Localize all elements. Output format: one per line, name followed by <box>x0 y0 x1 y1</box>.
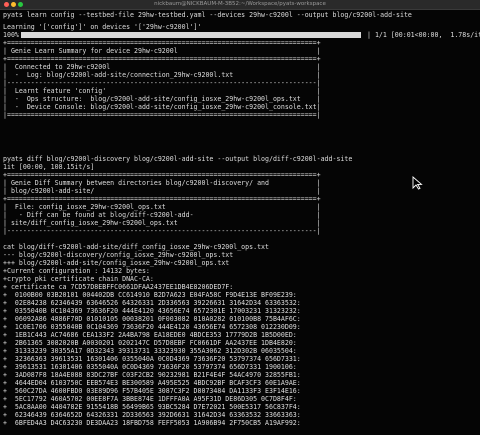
terminal-line: pyats learn config --testbed-file 29hw-t… <box>3 11 412 19</box>
terminal-line: + 02E84238 62346439 63646526 64326331 2D… <box>3 299 301 307</box>
terminal-line: +=======================================… <box>3 171 321 179</box>
terminal-line: + 560C27DA 4600FBD0 03E89D96 F57B405E 30… <box>3 387 301 395</box>
terminal-line: | Learnt feature 'config' | <box>3 87 321 95</box>
terminal-line: + 2B61365 3082020B A0030201 0202147C D57… <box>3 339 297 347</box>
terminal-line: + 5EC17792 460A5702 00EE8F7A 3BBE874E 1D… <box>3 395 297 403</box>
terminal-line: + 3AD087F8 18A4E088 83DC27BF C03F2CB2 90… <box>3 371 301 379</box>
terminal-line: | - Device Console: blog/c9200l-add-site… <box>3 103 321 111</box>
terminal-line: + 1EB1C443 AC74686 CEA133F2 2A4BA798 EA1… <box>3 331 297 339</box>
mouse-pointer-icon <box>412 176 423 190</box>
terminal-line: +crypto pki certificate chain DNAC-CA: <box>3 275 154 283</box>
progress-status: | 1/1 [00:01<00:00, 1.78s/it] <box>367 31 480 39</box>
terminal-line: | File: config_iosxe_29hw-c9200l_ops.txt… <box>3 203 321 211</box>
terminal-line: | blog/c9200l-add-site/ | <box>3 187 321 195</box>
terminal-line: +=======================================… <box>3 39 321 47</box>
terminal-line: |=======================================… <box>3 111 321 119</box>
progress-row: 100% | 1/1 [00:01<00:00, 1.78s/it] <box>3 31 480 39</box>
progress-bar-fill <box>21 32 361 38</box>
terminal-line: | Genie Diff Summary between directories… <box>3 179 321 187</box>
terminal-line: cat blog/diff-c9200l-add-site/diff_confi… <box>3 243 269 251</box>
terminal-line: | - Ops structure: blog/c9200l-add-site/… <box>3 95 321 103</box>
terminal-line: + 0355040B 0C104369 73636F20 444E4120 43… <box>3 307 301 315</box>
terminal-line: + certificate ca 7CD57D8EBFFC0661DFAA243… <box>3 283 234 291</box>
terminal-line: + 39613531 16301406 0355040A 0C0D4369 73… <box>3 363 297 371</box>
terminal-line: +=======================================… <box>3 55 321 63</box>
terminal-window: nickbaum@NICKBAUM-M-3B52:~/Workspace/pya… <box>0 0 480 435</box>
terminal-line: | Genie Learn Summary for device 29hw-c9… <box>3 47 321 55</box>
terminal-line: --- blog/c9200l-discovery/config_iosxe_2… <box>3 251 234 259</box>
terminal-line: + 31333239 30355A17 0D32343 39313731 333… <box>3 347 297 355</box>
terminal-line: | site/diff_config_iosxe_29hw-c9200l_ops… <box>3 219 321 227</box>
terminal-line: + 32366363 39613531 16301406 0355040A 0C… <box>3 355 301 363</box>
terminal-line: | Connected to 29hw-c9200l | <box>3 63 321 71</box>
terminal-line: + 06092A86 4886F70D 01010105 00038201 0F… <box>3 315 301 323</box>
progress-percent: 100% <box>3 31 19 39</box>
terminal-line: | - Diff can be found at blog/diff-c9200… <box>3 211 321 219</box>
terminal-line: + 0100B00 03B20101 004402DB CC614910 B2D… <box>3 291 297 299</box>
terminal-line: 1it [00:00, 108.15it/s] <box>3 163 95 171</box>
terminal-output[interactable]: pyats learn config --testbed-file 29hw-t… <box>0 11 480 435</box>
terminal-line: + 5AC8AA00 4404782E 9155418B 56499B65 93… <box>3 403 301 411</box>
terminal-line: Learning '['config']' on devices '['29hw… <box>3 23 202 31</box>
terminal-line: + 6BFED4A3 D4C63230 DE3DAA23 18FBD758 FE… <box>3 419 301 427</box>
terminal-line: | - Log: blog/c9200l-add-site/connection… <box>3 71 321 79</box>
terminal-line: +Current configuration : 14132 bytes: <box>3 267 150 275</box>
terminal-line: |---------------------------------------… <box>3 227 321 235</box>
progress-bar <box>21 32 361 38</box>
terminal-line: pyats diff blog/c9200l-discovery blog/c9… <box>3 155 353 163</box>
terminal-line: +++ blog/c9200l-add-site/config_iosxe_29… <box>3 259 230 267</box>
title-bar: nickbaum@NICKBAUM-M-3B52:~/Workspace/pya… <box>0 0 480 10</box>
window-title: nickbaum@NICKBAUM-M-3B52:~/Workspace/pya… <box>154 1 326 7</box>
terminal-line: + 62346439 6364652D 64326331 2D336563 39… <box>3 411 301 419</box>
terminal-line: + 4644ED04 6103750C EEB574E3 BE300589 A4… <box>3 379 301 387</box>
terminal-line: +=======================================… <box>3 195 321 203</box>
terminal-line: |---------------------------------------… <box>3 79 321 87</box>
terminal-line: + 1C0E1706 0355040B 0C104369 73636F20 44… <box>3 323 301 331</box>
